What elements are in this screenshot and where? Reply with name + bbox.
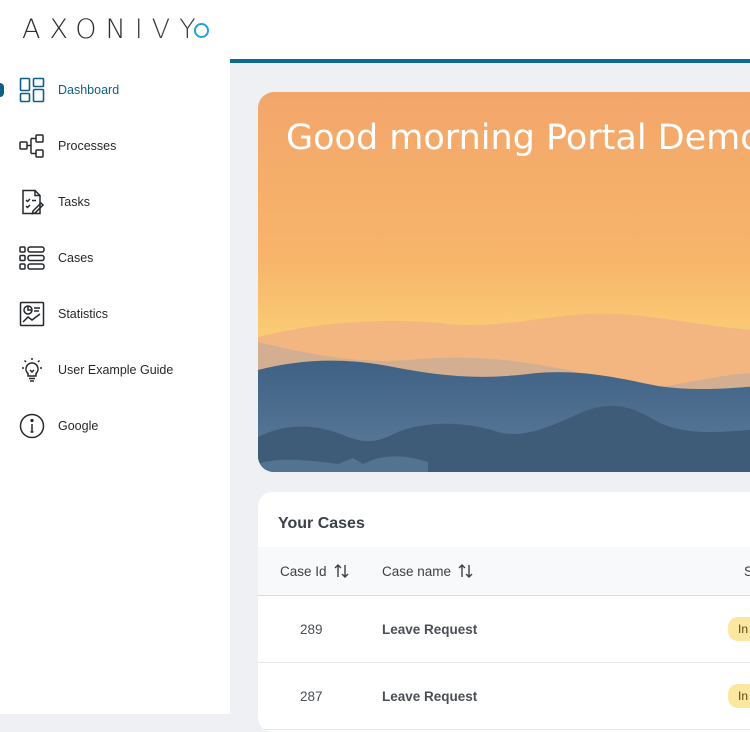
sidebar-item-label: Processes bbox=[58, 139, 117, 153]
welcome-banner: Good morning Portal Demo U bbox=[258, 92, 750, 472]
sidebar-item-label: Statistics bbox=[58, 307, 109, 321]
sidebar-item-cases[interactable]: Cases bbox=[0, 230, 230, 286]
logo-text-main: AXON bbox=[22, 13, 135, 45]
sidebar-item-label: Google bbox=[58, 419, 99, 433]
sidebar-item-user-example-guide[interactable]: User Example Guide bbox=[0, 342, 230, 398]
cases-icon bbox=[19, 245, 45, 271]
logo-ring-icon bbox=[194, 23, 209, 38]
sort-icon[interactable] bbox=[458, 563, 473, 579]
sidebar-item-statistics[interactable]: Statistics bbox=[0, 286, 230, 342]
info-icon bbox=[19, 413, 45, 439]
sidebar-item-label: Cases bbox=[58, 251, 94, 265]
sidebar: AXONIVY Dashboard Processes Tasks Cases … bbox=[0, 0, 230, 714]
lightbulb-icon bbox=[19, 357, 45, 383]
sidebar-item-tasks[interactable]: Tasks bbox=[0, 174, 230, 230]
top-bar bbox=[230, 0, 750, 63]
sidebar-item-label: Dashboard bbox=[58, 83, 120, 97]
state-badge: In bbox=[728, 617, 750, 641]
sidebar-item-processes[interactable]: Processes bbox=[0, 118, 230, 174]
sidebar-item-google[interactable]: Google bbox=[0, 398, 230, 454]
state-badge: In bbox=[728, 684, 750, 708]
column-header-case-id[interactable]: Case Id bbox=[280, 547, 349, 595]
dashboard-icon bbox=[19, 77, 45, 103]
processes-icon bbox=[19, 133, 45, 159]
sidebar-item-label: User Example Guide bbox=[58, 363, 174, 377]
axonivy-logo[interactable]: AXONIVY bbox=[22, 13, 209, 45]
tasks-icon bbox=[19, 189, 45, 215]
table-row[interactable]: 287 Leave Request In bbox=[258, 663, 750, 730]
table-header: Case Id Case name S bbox=[258, 547, 750, 596]
case-name-cell: Leave Request bbox=[382, 688, 478, 704]
sidebar-item-dashboard[interactable]: Dashboard bbox=[0, 62, 230, 118]
table-row[interactable]: 289 Leave Request In bbox=[258, 596, 750, 663]
column-header-state[interactable]: S bbox=[744, 547, 750, 595]
your-cases-widget: Your Cases Case Id Case name S 289 Leave… bbox=[258, 492, 750, 732]
statistics-icon bbox=[19, 301, 45, 327]
greeting-title: Good morning Portal Demo U bbox=[286, 118, 750, 158]
active-indicator bbox=[0, 83, 4, 97]
case-id-cell: 289 bbox=[300, 621, 323, 637]
case-id-cell: 287 bbox=[300, 688, 323, 704]
case-name-cell: Leave Request bbox=[382, 621, 478, 637]
widget-title: Your Cases bbox=[278, 515, 365, 532]
sort-icon[interactable] bbox=[334, 563, 349, 579]
sidebar-item-label: Tasks bbox=[58, 195, 90, 209]
column-header-case-name[interactable]: Case name bbox=[382, 547, 473, 595]
